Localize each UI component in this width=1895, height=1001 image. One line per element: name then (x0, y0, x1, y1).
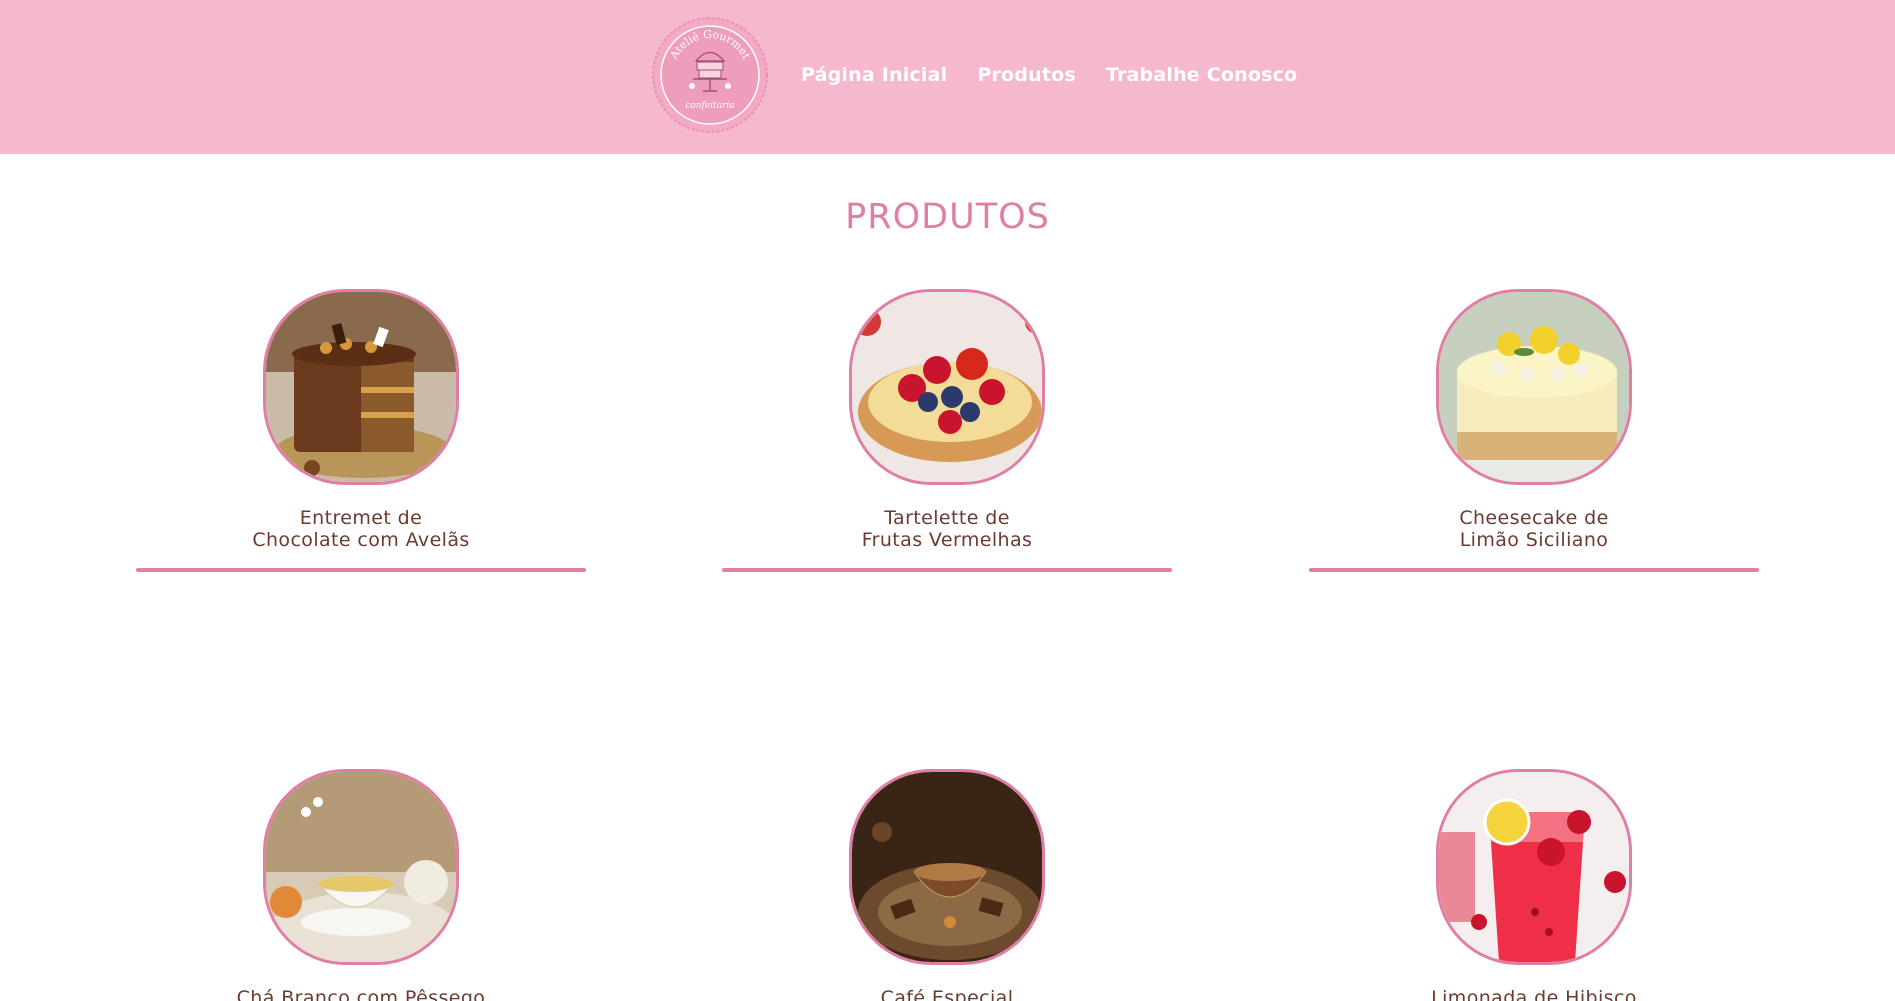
product-name[interactable]: Café Especial (722, 987, 1172, 1001)
product-card[interactable]: Tartelette de Frutas Vermelhas (722, 289, 1172, 572)
berry-tart-image[interactable] (849, 289, 1045, 485)
product-card[interactable]: Café Especial (722, 769, 1172, 1001)
page-title: PRODUTOS (845, 197, 1050, 237)
product-card[interactable]: Entremet de Chocolate com Avelãs (136, 289, 586, 572)
chocolate-cake-image[interactable] (263, 289, 459, 485)
product-name[interactable]: Cheesecake de Limão Siciliano (1309, 507, 1759, 551)
site-header: Ateliê Gourmet confeitaria Página Inicia… (0, 0, 1895, 154)
page: Ateliê Gourmet confeitaria Página Inicia… (0, 0, 1895, 1001)
nav-careers[interactable]: Trabalhe Conosco (1106, 64, 1297, 86)
product-card[interactable]: Limonada de Hibisco (1309, 769, 1759, 1001)
white-tea-image[interactable] (263, 769, 459, 965)
lemon-cheesecake-image[interactable] (1436, 289, 1632, 485)
logo[interactable]: Ateliê Gourmet confeitaria (651, 16, 769, 134)
product-name[interactable]: Chá Branco com Pêssego (136, 987, 586, 1001)
product-name[interactable]: Entremet de Chocolate com Avelãs (136, 507, 586, 551)
hibiscus-lemonade-image[interactable] (1436, 769, 1632, 965)
divider (136, 568, 586, 572)
divider (1309, 568, 1759, 572)
logo-subtext: confeitaria (685, 101, 734, 111)
coffee-image[interactable] (849, 769, 1045, 965)
product-name[interactable]: Limonada de Hibisco (1309, 987, 1759, 1001)
main-nav: Página Inicial Produtos Trabalhe Conosco (801, 64, 1297, 86)
nav-products[interactable]: Produtos (977, 64, 1076, 86)
product-card[interactable]: Chá Branco com Pêssego (136, 769, 586, 1001)
product-card[interactable]: Cheesecake de Limão Siciliano (1309, 289, 1759, 572)
product-name[interactable]: Tartelette de Frutas Vermelhas (722, 507, 1172, 551)
divider (722, 568, 1172, 572)
nav-home[interactable]: Página Inicial (801, 64, 947, 86)
